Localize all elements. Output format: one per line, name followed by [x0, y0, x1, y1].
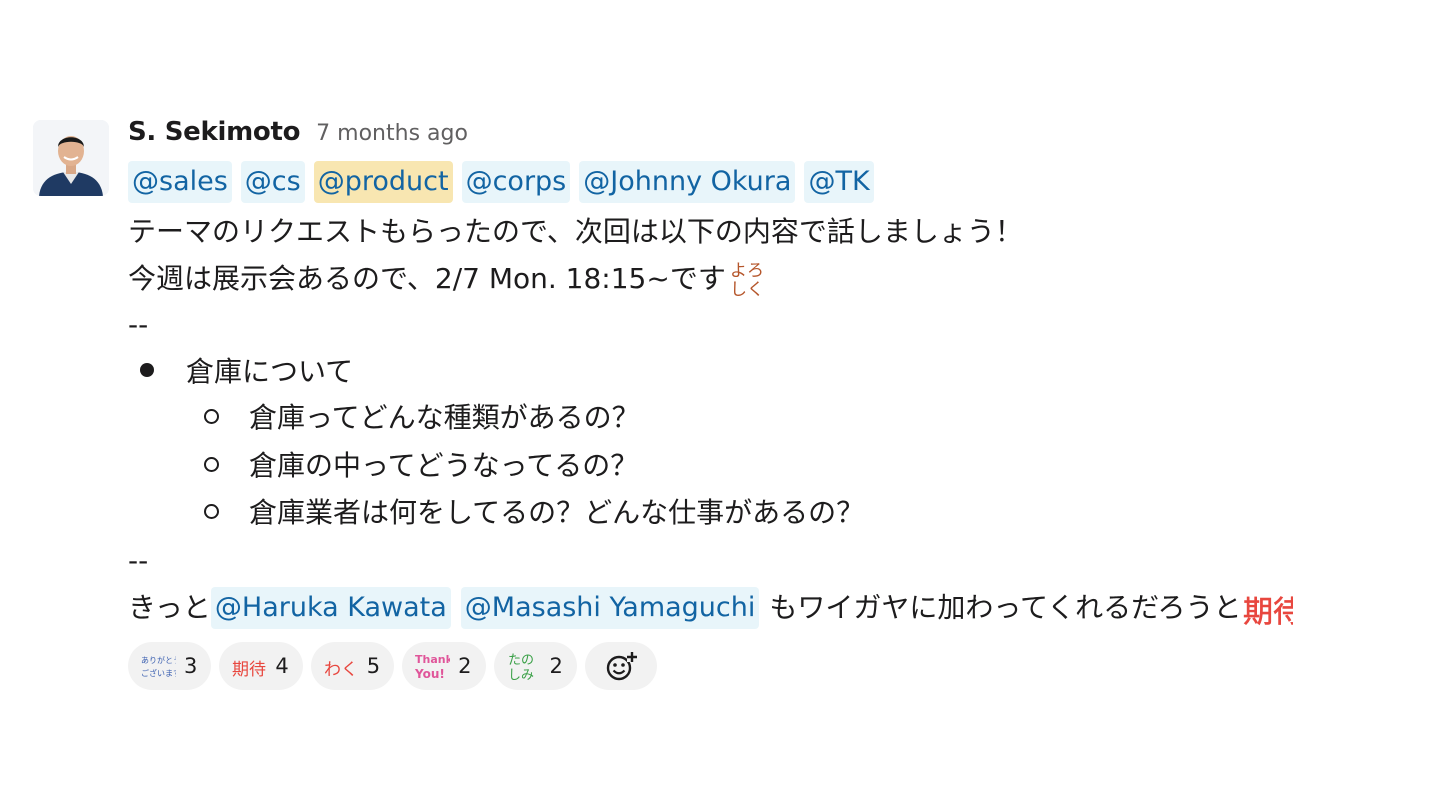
reaction-count: 5	[366, 654, 381, 678]
reaction-count: 2	[549, 654, 563, 678]
closing-prefix: きっと	[128, 591, 211, 624]
sub-list-item: 倉庫ってどんな種類があるの？	[204, 398, 640, 438]
timestamp[interactable]: 7 months ago	[316, 121, 468, 146]
sub-bullet-ring	[204, 408, 219, 424]
sub-list-item: 倉庫の中ってどうなってるの？	[204, 446, 638, 486]
add-reaction-button[interactable]	[584, 642, 657, 690]
mention-product[interactable]: @product	[313, 161, 453, 203]
svg-text:ございます: ございます	[141, 668, 176, 678]
svg-text:ありがとう: ありがとう	[141, 655, 176, 665]
reaction-count: 3	[184, 654, 198, 678]
message-header: S. Sekimoto 7 months ago	[128, 117, 468, 157]
arigatou-emoji-icon: ありがとう ございます	[141, 655, 176, 678]
sub-bullet-ring	[204, 456, 219, 472]
mention-tk[interactable]: @TK	[804, 161, 874, 203]
sub-list-item-text: 倉庫の中ってどうなってるの？	[249, 449, 639, 482]
thank-you-emoji-icon: Thank You!	[414, 653, 450, 681]
yoroshiku-emoji-bottom: しく	[730, 280, 764, 299]
separator-2: --	[128, 544, 149, 577]
mention-cs[interactable]: @cs	[240, 161, 305, 203]
author-name[interactable]: S. Sekimoto	[128, 117, 300, 147]
list-item-bullet: 倉庫について	[140, 352, 353, 392]
reaction-count: 2	[458, 654, 472, 678]
reaction-kitai[interactable]: 期待 4	[219, 642, 303, 690]
svg-text:You!: You!	[414, 667, 445, 681]
yoroshiku-emoji-top: よろ	[730, 261, 764, 281]
list-item-text: 倉庫について	[186, 355, 354, 388]
mention-haruka-kawata[interactable]: @Haruka Kawata	[210, 587, 451, 629]
kitai-emoji-icon: 期待	[232, 660, 266, 680]
message-line-1: テーマのリクエストもらったので、次回は以下の内容で話しましょう！	[128, 215, 1023, 248]
message-closing-line: きっと @Haruka Kawata @Masashi Yamaguchi もワ…	[128, 586, 1293, 630]
reaction-tanoshimi[interactable]: たの しみ 2	[493, 642, 577, 690]
closing-suffix: もワイガヤに加わってくれるだろうと	[769, 591, 1242, 624]
sub-list-item-text: 倉庫業者は何をしてるの？どんな仕事があるの？	[249, 496, 865, 529]
reaction-bar: ありがとう ございます 3 期待 4 わく 5 Thank You! 2	[128, 642, 665, 690]
message: S. Sekimoto 7 months ago @sales @cs @pro…	[0, 0, 1440, 810]
svg-text:期待: 期待	[232, 660, 266, 680]
yoroshiku-emoji[interactable]: よろ しく	[728, 259, 772, 299]
mention-corps[interactable]: @corps	[461, 161, 571, 203]
sub-list-item: 倉庫業者は何をしてるの？どんな仕事があるの？	[204, 493, 864, 533]
separator-1: --	[128, 308, 149, 341]
add-reaction-icon	[606, 652, 637, 681]
kitai-emoji-text: 期待	[1243, 595, 1293, 630]
sub-bullet-ring	[204, 503, 219, 519]
sub-list-item-text: 倉庫ってどんな種類があるの？	[249, 401, 640, 434]
mention-sales[interactable]: @sales	[128, 161, 232, 203]
bullet-dot	[140, 363, 154, 377]
mention-masashi-yamaguchi[interactable]: @Masashi Yamaguchi	[460, 587, 760, 629]
svg-text:たの: たの	[508, 653, 534, 668]
reaction-count: 4	[275, 654, 289, 678]
message-line-2-text: 今週は展示会あるので、2/7 Mon. 18:15~です	[128, 262, 726, 295]
svg-text:しみ: しみ	[508, 668, 534, 683]
waku-emoji-icon: わく	[324, 660, 358, 680]
mention-johnny-okura[interactable]: @Johnny Okura	[579, 161, 796, 203]
reaction-thank-you[interactable]: Thank You! 2	[402, 642, 486, 690]
mention-row: @sales @cs @product @corps @Johnny Okura…	[128, 161, 883, 203]
avatar[interactable]	[33, 120, 109, 196]
message-line-2: 今週は展示会あるので、2/7 Mon. 18:15~です よろ しく	[128, 259, 772, 299]
reaction-arigatou[interactable]: ありがとう ございます 3	[128, 642, 212, 690]
avatar-image	[33, 120, 109, 196]
svg-text:Thank: Thank	[415, 653, 450, 666]
reaction-waku[interactable]: わく 5	[310, 642, 395, 690]
tanoshimi-emoji-icon: たの しみ	[508, 653, 534, 683]
kitai-emoji[interactable]: 期待	[1243, 586, 1293, 630]
svg-text:わく: わく	[324, 660, 358, 680]
